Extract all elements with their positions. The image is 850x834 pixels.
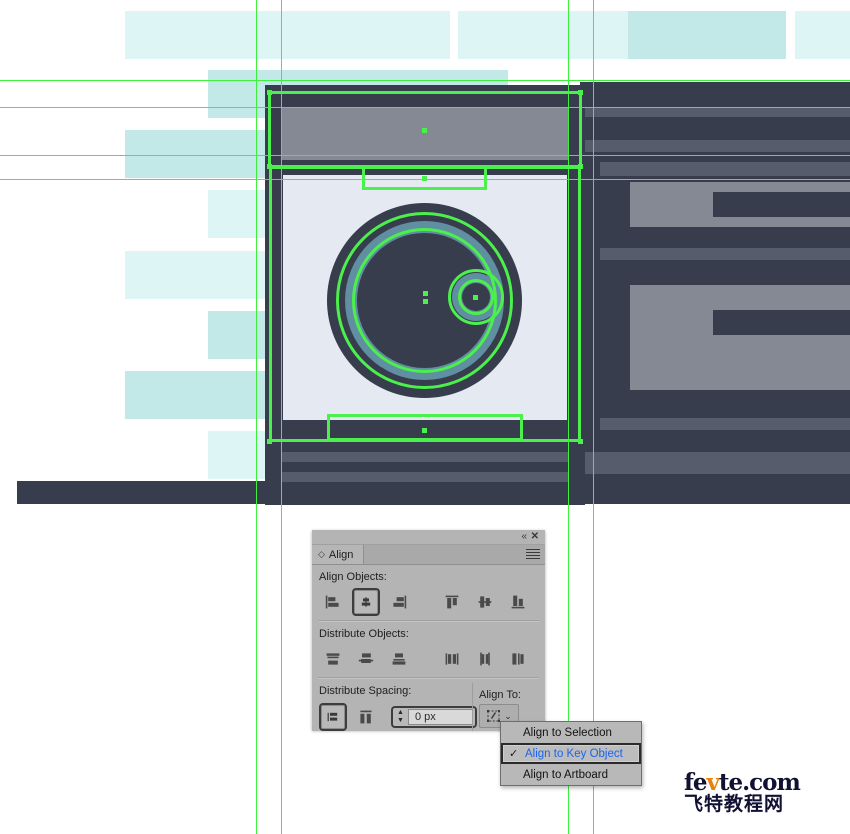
artwork-right-stripe <box>600 248 850 260</box>
artwork-right-stripe <box>580 107 850 117</box>
vertical-distribute-top-button[interactable] <box>319 645 347 673</box>
anchor-point <box>578 164 583 169</box>
horizontal-align-right-button[interactable] <box>385 588 413 616</box>
align-panel[interactable]: « ✕ ◇ Align Align Objects: Distribute Ob… <box>312 530 545 731</box>
artwork-right-stripe <box>580 452 850 474</box>
tab-diamond-icon: ◇ <box>318 549 325 559</box>
panel-tab-row[interactable]: ◇ Align <box>312 545 545 565</box>
spacing-value-input[interactable]: 0 px <box>408 709 473 725</box>
menu-item-label: Align to Key Object <box>525 747 623 760</box>
watermark-domain-prefix: fe <box>684 769 708 796</box>
artwork-right-block <box>630 285 850 390</box>
horizontal-align-center-button[interactable] <box>352 588 380 616</box>
align-objects-row[interactable] <box>312 586 545 618</box>
horizontal-align-left-button[interactable] <box>319 588 347 616</box>
panel-body: Align Objects: Distribute Objects: Distr… <box>312 565 545 731</box>
close-icon[interactable]: ✕ <box>531 531 539 543</box>
align-to-label: Align To: <box>479 689 521 701</box>
artwork-right-inner <box>713 310 850 335</box>
tab-align[interactable]: ◇ Align <box>312 545 365 564</box>
artwork-right-stripe <box>580 140 850 152</box>
vertical-distribute-space-button[interactable] <box>319 703 347 731</box>
vertical-align-center-button[interactable] <box>471 588 499 616</box>
artwork-right-stripe <box>600 418 850 430</box>
vertical-align-bottom-button[interactable] <box>504 588 532 616</box>
tab-align-label: Align <box>328 548 354 561</box>
background-band <box>628 11 786 59</box>
watermark-domain: fevte.com <box>684 769 801 796</box>
vertical-distribute-bottom-button[interactable] <box>385 645 413 673</box>
vertical-align-top-button[interactable] <box>438 588 466 616</box>
anchor-point <box>578 90 583 95</box>
horizontal-distribute-space-button[interactable] <box>352 703 380 731</box>
smart-guide-horizontal <box>0 80 850 81</box>
watermark: fevte.com 飞特教程网 <box>684 769 801 815</box>
anchor-point <box>578 439 583 444</box>
watermark-domain-v: v <box>706 769 720 796</box>
illustrator-canvas[interactable]: « ✕ ◇ Align Align Objects: Distribute Ob… <box>0 0 850 834</box>
anchor-point <box>473 295 478 300</box>
anchor-point <box>423 291 428 296</box>
anchor-point <box>267 164 272 169</box>
machine-bottom-stripe <box>282 472 568 482</box>
menu-item-label: Align to Selection <box>523 726 612 739</box>
anchor-point <box>267 439 272 444</box>
vertical-distribute-center-button[interactable] <box>352 645 380 673</box>
background-band <box>458 11 628 59</box>
align-to-dropdown-menu[interactable]: Align to Selection ✓ Align to Key Object… <box>500 721 642 786</box>
horizontal-distribute-left-button[interactable] <box>438 645 466 673</box>
menu-item-align-to-artboard[interactable]: Align to Artboard <box>501 764 641 785</box>
collapse-icon[interactable]: « <box>521 531 526 543</box>
background-band <box>795 11 850 59</box>
smart-guide-vertical <box>256 0 257 834</box>
chevron-down-icon[interactable]: ⌄ <box>504 711 512 722</box>
horizontal-distribute-center-button[interactable] <box>471 645 499 673</box>
menu-item-align-to-key-object[interactable]: ✓ Align to Key Object <box>501 743 641 764</box>
anchor-point <box>423 299 428 304</box>
anchor-point <box>267 90 272 95</box>
distribute-objects-row[interactable] <box>312 643 545 675</box>
artwork-right-inner <box>713 192 850 217</box>
watermark-domain-suffix: te.com <box>718 769 801 796</box>
artwork-base-shadow <box>17 481 297 504</box>
check-icon: ✓ <box>509 748 519 760</box>
distribute-objects-label: Distribute Objects: <box>319 628 409 640</box>
menu-item-label: Align to Artboard <box>523 768 609 781</box>
background-band <box>125 11 450 59</box>
anchor-point <box>422 128 427 133</box>
machine-bottom-stripe <box>282 452 568 462</box>
horizontal-distribute-right-button[interactable] <box>504 645 532 673</box>
spacing-stepper[interactable]: ▲ ▼ 0 px <box>391 706 477 728</box>
anchor-point <box>422 428 427 433</box>
panel-titlebar[interactable]: « ✕ <box>312 530 545 545</box>
stepper-arrows-icon[interactable]: ▲ ▼ <box>393 709 408 724</box>
menu-item-align-to-selection[interactable]: Align to Selection <box>501 722 641 743</box>
watermark-chinese: 飞特教程网 <box>684 793 785 815</box>
artwork-right-stripe <box>600 162 850 176</box>
panel-menu-icon[interactable] <box>526 549 540 559</box>
align-objects-label: Align Objects: <box>319 571 387 583</box>
smart-guide-vertical <box>593 0 594 834</box>
